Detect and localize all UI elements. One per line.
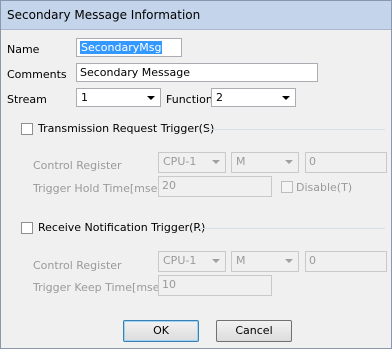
cancel-button[interactable]: Cancel — [216, 320, 292, 342]
transmission-hold-time-value: 20 — [162, 179, 176, 192]
disable-checkbox[interactable] — [281, 181, 293, 193]
transmission-cpu-value: CPU-1 — [163, 155, 197, 168]
receive-address-value: 0 — [309, 254, 316, 267]
name-input[interactable]: SecondaryMsg — [76, 38, 182, 57]
chevron-down-icon — [212, 160, 220, 164]
receive-keep-time-value: 10 — [162, 278, 176, 291]
function-label: Function — [166, 93, 213, 106]
ok-button[interactable]: OK — [123, 320, 199, 342]
transmission-hold-time-label: Trigger Hold Time[msec] — [33, 182, 168, 195]
function-dropdown[interactable]: 2 — [211, 88, 296, 107]
transmission-control-register-label: Control Register — [33, 159, 122, 172]
disable-label: Disable(T) — [296, 181, 353, 194]
transmission-group-line — [206, 129, 385, 130]
receive-keep-time-input[interactable]: 10 — [158, 275, 272, 296]
transmission-trigger-checkbox[interactable] — [21, 123, 33, 135]
receive-group-line — [196, 228, 385, 229]
name-value: SecondaryMsg — [80, 41, 163, 54]
title-bar[interactable]: Secondary Message Information — [1, 1, 391, 30]
window-title: Secondary Message Information — [7, 8, 201, 22]
receive-trigger-checkbox[interactable] — [21, 222, 33, 234]
transmission-cpu-dropdown[interactable]: CPU-1 — [158, 152, 226, 173]
comments-label: Comments — [7, 68, 67, 81]
chevron-down-icon — [282, 96, 290, 100]
function-value: 2 — [216, 91, 223, 104]
transmission-hold-time-input[interactable]: 20 — [158, 176, 272, 197]
stream-value: 1 — [81, 91, 88, 104]
receive-device-value: M — [236, 254, 246, 267]
chevron-down-icon — [285, 160, 293, 164]
transmission-device-dropdown[interactable]: M — [231, 152, 299, 173]
receive-cpu-dropdown[interactable]: CPU-1 — [158, 251, 226, 272]
receive-device-dropdown[interactable]: M — [231, 251, 299, 272]
transmission-address-input[interactable]: 0 — [305, 152, 387, 173]
transmission-trigger-label: Transmission Request Trigger(S) — [38, 122, 215, 135]
chevron-down-icon — [212, 259, 220, 263]
stream-dropdown[interactable]: 1 — [76, 88, 161, 107]
dialog-window: Secondary Message Information Name Secon… — [0, 0, 392, 349]
receive-address-input[interactable]: 0 — [305, 251, 387, 272]
receive-cpu-value: CPU-1 — [163, 254, 197, 267]
chevron-down-icon — [285, 259, 293, 263]
chevron-down-icon — [147, 96, 155, 100]
comments-input[interactable]: Secondary Message — [76, 63, 318, 82]
transmission-device-value: M — [236, 155, 246, 168]
transmission-address-value: 0 — [309, 155, 316, 168]
receive-keep-time-label: Trigger Keep Time[msec] — [33, 281, 170, 294]
name-label: Name — [7, 43, 40, 56]
comments-value: Secondary Message — [80, 66, 190, 79]
receive-control-register-label: Control Register — [33, 259, 122, 272]
stream-label: Stream — [7, 93, 47, 106]
receive-trigger-label: Receive Notification Trigger(R) — [38, 221, 206, 234]
